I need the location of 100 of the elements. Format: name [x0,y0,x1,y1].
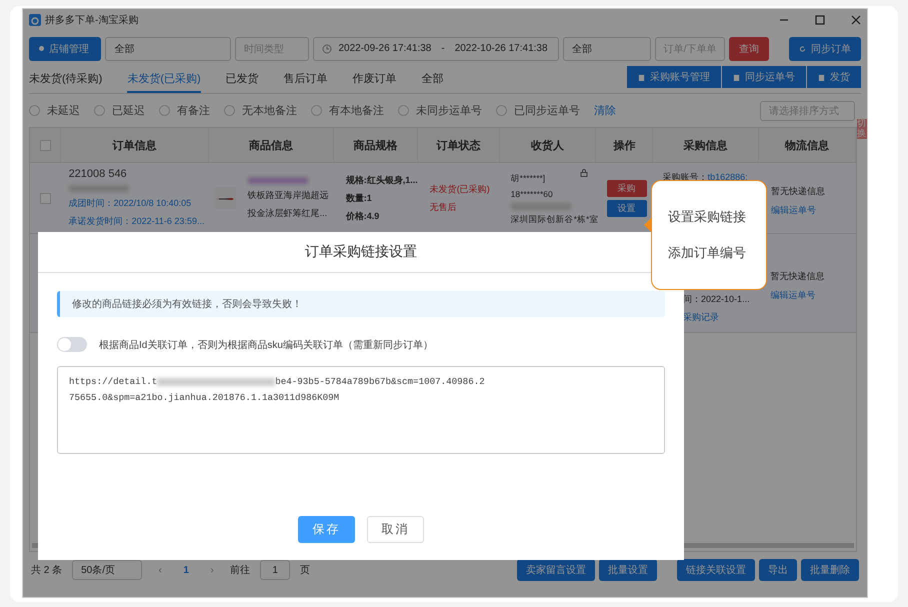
column-header: 订单状态 [418,128,500,162]
switch-label: 根据商品Id关联订单，否则为根据商品sku编码关联订单（需重新同步订单） [99,338,433,352]
footer-button[interactable]: 批量删除 [801,559,859,581]
tab[interactable]: 作废订单 [352,65,397,93]
goto-page-field[interactable]: 1 [260,560,290,580]
tooltip-menu-item[interactable]: 添加订单编号 [668,244,766,262]
edit-tracking-link[interactable]: 编辑运单号 [771,204,856,217]
next-page-button[interactable]: › [204,564,220,576]
tab[interactable]: 未发货(待采购) [29,65,102,93]
maximize-icon[interactable] [815,15,825,25]
filter-option[interactable]: 有备注 [159,103,210,118]
footer-button[interactable]: 批量设置 [599,559,657,581]
action-button[interactable]: 发货 [807,66,861,88]
spec-text: 数量:1 [346,192,373,204]
tab[interactable]: 售后订单 [284,65,328,93]
filter-label: 无本地备注 [242,104,297,118]
tab[interactable]: 全部 [422,65,444,93]
url-textarea[interactable]: https://detail.t be4-93b5-5784a789b67b&scm=1007.40986.2 75655.0&spm=a21bo.jianhua.201876.1.1a3011d986K09M [57,366,665,454]
filter-label: 未同步运单号 [416,104,482,118]
order-status: 无售后 [430,200,458,214]
logistics-status: 暂无快递信息 [770,270,826,283]
column-header: 商品规格 [334,128,418,162]
ship-deadline: 承诺发货时间：2022-11-6 23:59... [68,215,206,228]
product-title: 投金泳层虾筹红尾... [248,206,328,220]
filter-option[interactable]: 已同步运单号 [496,103,580,118]
tab[interactable]: 未发货(已采购) [127,65,201,93]
status-select[interactable]: 全部 [562,36,652,60]
page-number[interactable]: 1 [178,564,194,576]
shop-select[interactable]: 全部 [105,36,232,60]
app-logo-icon [29,14,41,26]
tab[interactable]: 已发货 [226,65,259,93]
order-status: 未发货(已采购) [430,182,491,196]
column-header: 收货人 [500,128,596,162]
clear-link[interactable]: 清除 [594,103,616,118]
column-header: 物流信息 [758,128,856,162]
select-all-checkbox[interactable] [40,140,51,150]
radio-button[interactable] [224,105,235,116]
refresh-icon [799,44,806,52]
purchase-button[interactable]: 采购 [606,180,646,196]
action-button[interactable]: 采购账号管理 [627,66,721,88]
radio-button[interactable] [29,105,40,116]
cancel-button[interactable]: 取消 [367,516,424,543]
filter-option[interactable]: 未同步运单号 [398,103,482,118]
blurred-text [510,202,571,210]
edit-tracking-link[interactable]: 编辑运单号 [770,289,856,302]
radio-button[interactable] [311,105,322,116]
filter-label: 未延迟 [47,104,80,118]
purchase-record-link[interactable]: 采购记录 [683,311,759,324]
filter-option[interactable]: 已延迟 [94,103,145,118]
save-button[interactable]: 保存 [298,516,355,543]
filter-label: 有备注 [177,104,210,118]
footer-button[interactable]: 链接关联设置 [677,559,755,581]
filter-option[interactable]: 无本地备注 [224,103,297,118]
action-button[interactable]: 同步运单号 [722,66,806,88]
end-date: 2022-10-26 17:41:38 [454,43,548,54]
total-count: 共 2 条 [31,564,62,577]
footer-button[interactable]: 导出 [759,559,797,581]
side-tab[interactable]: 切换 [857,119,867,139]
purchase-account-link[interactable]: tb162886: [708,172,748,182]
start-date: 2022-09-26 17:41:38 [338,43,432,54]
order-number: 221008 546 [68,168,128,180]
receiver-address: 深圳国际创新谷*栋*室 [510,214,598,226]
radio-button[interactable] [159,105,170,116]
settings-button[interactable]: 设置 [606,200,646,216]
radio-button[interactable] [496,105,507,116]
close-icon[interactable] [851,15,861,25]
filter-label: 已同步运单号 [514,104,580,118]
filter-option[interactable]: 未延迟 [29,103,80,118]
product-title: 铁板路亚海岸抛超远 [248,188,329,202]
blurred-text [248,176,308,184]
column-header: 商品信息 [208,128,334,162]
lock-icon[interactable] [580,169,588,177]
page-unit: 页 [300,564,310,577]
spec-text: 价格:4.9 [346,210,380,222]
filter-label: 已延迟 [112,104,145,118]
sync-orders-button[interactable]: 同步订单 [789,36,862,60]
column-header: 订单信息 [61,128,209,162]
prev-page-button[interactable]: ‹ [152,564,168,576]
notice-text: 修改的商品链接必须为有效链接，否则会导致失败！ [57,291,665,317]
goto-label: 前往 [230,564,250,577]
group-time: 成团时间：2022/10/8 10:40:05 [68,197,192,210]
receiver-phone: 18*******60 [510,188,554,198]
clock-icon [322,44,332,54]
footer-button[interactable]: 卖家留言设置 [517,559,595,581]
column-header: 操作 [596,128,654,162]
radio-button[interactable] [398,105,409,116]
radio-button[interactable] [94,105,105,116]
query-button[interactable]: 查询 [729,36,770,60]
date-range-field[interactable]: 2022-09-26 17:41:38 - 2022-10-26 17:41:38 [313,36,559,60]
row-checkbox[interactable] [40,192,51,204]
receiver-name: 胡*******] [510,172,546,184]
toggle-switch[interactable] [57,337,87,352]
column-header: 采购信息 [653,128,759,162]
filter-label: 有本地备注 [329,104,384,118]
tooltip-menu-item[interactable]: 设置采购链接 [668,208,766,226]
page-size-select[interactable]: 50条/页 [72,560,142,580]
window-title: 拼多多下单-淘宝采购 [45,14,138,27]
shop-management-button[interactable]: 店铺管理 [29,36,102,60]
logistics-status: 暂无快递信息 [771,185,826,198]
filter-option[interactable]: 有本地备注 [311,103,384,118]
